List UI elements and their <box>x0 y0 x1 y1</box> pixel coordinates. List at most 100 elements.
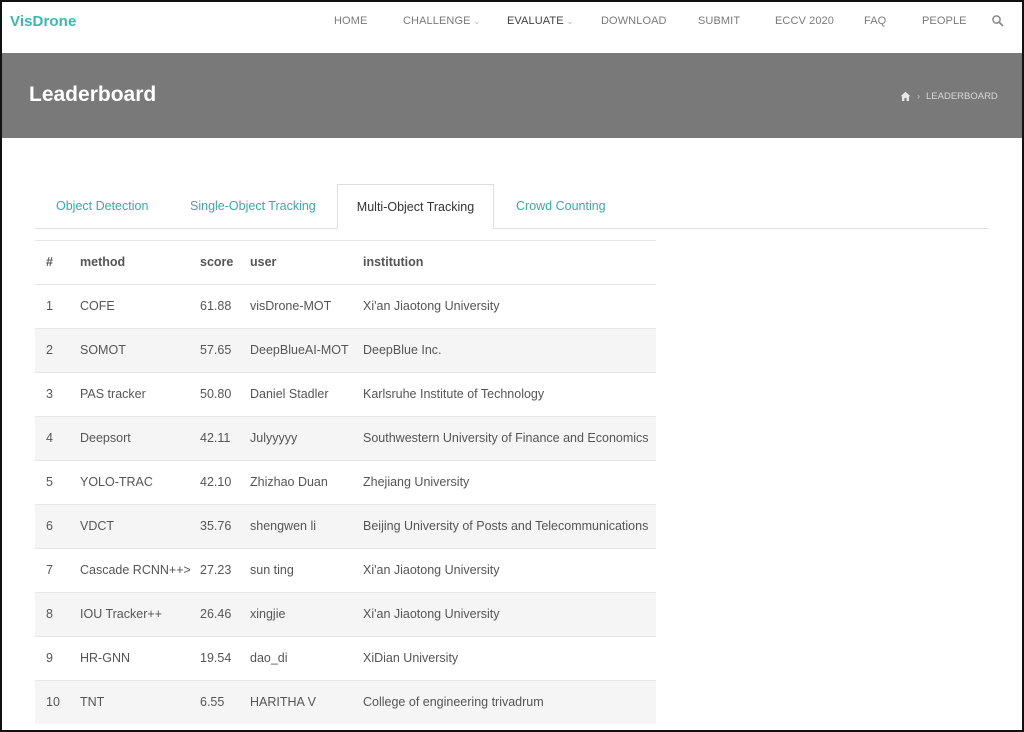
column-header-score: score <box>200 255 234 269</box>
cell-institution: College of engineering trivadrum <box>363 695 544 709</box>
cell-method: HR-GNN <box>80 651 130 665</box>
cell-user: xingjie <box>250 607 286 621</box>
top-navigation-bar: VisDrone HOME CHALLENGE ⌄ EVALUATE ⌄ DOWNL… <box>2 2 1022 53</box>
cell-user: sun ting <box>250 563 294 577</box>
tab-multi-object-tracking[interactable]: Multi-Object Tracking <box>337 184 494 229</box>
column-header-institution: institution <box>363 255 424 269</box>
nav-home[interactable]: HOME <box>334 15 367 27</box>
cell-method: COFE <box>80 299 115 313</box>
nav-people-label: PEOPLE <box>922 15 967 27</box>
cell-score: 26.46 <box>200 607 232 621</box>
cell-score: 61.88 <box>200 299 232 313</box>
nav-faq-label: FAQ <box>864 15 887 27</box>
cell-score: 6.55 <box>200 695 225 709</box>
cell-score: 42.10 <box>200 475 232 489</box>
cell-score: 19.54 <box>200 651 232 665</box>
table-row: 9 HR-GNN 19.54 dao_di XiDian University <box>35 636 656 680</box>
chevron-down-icon: ⌄ <box>566 17 574 26</box>
cell-institution: Beijing University of Posts and Telecomm… <box>363 519 649 533</box>
browser-frame: VisDrone HOME CHALLENGE ⌄ EVALUATE ⌄ DOWNL… <box>0 0 1024 732</box>
cell-method: VDCT <box>80 519 115 533</box>
cell-rank: 2 <box>46 343 53 357</box>
table-row: 5 YOLO-TRAC 42.10 Zhizhao Duan Zhejiang … <box>35 460 656 504</box>
nav-submit-label: SUBMIT <box>698 15 741 27</box>
table-row: 7 Cascade RCNN++> 27.23 sun ting Xi'an J… <box>35 548 656 592</box>
nav-challenge[interactable]: CHALLENGE ⌄ <box>403 15 480 27</box>
cell-score: 50.80 <box>200 387 232 401</box>
page-title: Leaderboard <box>29 83 157 106</box>
cell-method: SOMOT <box>80 343 126 357</box>
table-row: 6 VDCT 35.76 shengwen li Beijing Univers… <box>35 504 656 548</box>
cell-rank: 7 <box>46 563 53 577</box>
search-icon[interactable] <box>991 14 1005 28</box>
cell-rank: 8 <box>46 607 53 621</box>
nav-evaluate-label: EVALUATE <box>507 15 564 27</box>
nav-faq[interactable]: FAQ <box>864 15 886 27</box>
column-header-method: method <box>80 255 126 269</box>
cell-rank: 3 <box>46 387 53 401</box>
page-title-banner: Leaderboard › LEADERBOARD <box>2 53 1022 138</box>
nav-home-label: HOME <box>334 15 368 27</box>
nav-submit[interactable]: SUBMIT <box>698 15 740 27</box>
table-row: 3 PAS tracker 50.80 Daniel Stadler Karls… <box>35 372 656 416</box>
table-row: 10 TNT 6.55 HARITHA V College of enginee… <box>35 680 656 724</box>
cell-rank: 5 <box>46 475 53 489</box>
nav-challenge-label: CHALLENGE <box>403 15 471 27</box>
cell-user: Zhizhao Duan <box>250 475 328 489</box>
cell-institution: DeepBlue Inc. <box>363 343 442 357</box>
cell-user: Julyyyyy <box>250 431 298 445</box>
cell-user: visDrone-MOT <box>250 299 332 313</box>
nav-evaluate[interactable]: EVALUATE ⌄ <box>507 15 573 27</box>
cell-institution: XiDian University <box>363 651 459 665</box>
cell-institution: Xi'an Jiaotong University <box>363 299 500 313</box>
nav-eccv-2020[interactable]: ECCV 2020 <box>775 15 834 27</box>
breadcrumb-current: LEADERBOARD <box>926 90 998 102</box>
breadcrumb: › LEADERBOARD <box>900 89 998 103</box>
cell-institution: Zhejiang University <box>363 475 470 489</box>
table-row: 4 Deepsort 42.11 Julyyyyy Southwestern U… <box>35 416 656 460</box>
table-row: 8 IOU Tracker++ 26.46 xingjie Xi'an Jiao… <box>35 592 656 636</box>
cell-method: Cascade RCNN++> <box>80 563 191 577</box>
column-header-rank: # <box>46 255 53 269</box>
cell-rank: 1 <box>46 299 53 313</box>
cell-institution: Southwestern University of Finance and E… <box>363 431 649 445</box>
cell-method: YOLO-TRAC <box>80 475 153 489</box>
cell-score: 27.23 <box>200 563 232 577</box>
cell-rank: 6 <box>46 519 53 533</box>
column-header-user: user <box>250 255 277 269</box>
leaderboard-table: # method score user institution 1 COFE 6… <box>35 240 656 724</box>
cell-method: IOU Tracker++ <box>80 607 162 621</box>
cell-user: HARITHA V <box>250 695 316 709</box>
nav-download-label: DOWNLOAD <box>601 15 667 27</box>
cell-method: Deepsort <box>80 431 131 445</box>
nav-people[interactable]: PEOPLE <box>922 15 967 27</box>
cell-institution: Xi'an Jiaotong University <box>363 563 500 577</box>
cell-score: 57.65 <box>200 343 232 357</box>
tab-object-detection[interactable]: Object Detection <box>56 184 148 227</box>
home-icon[interactable] <box>900 91 911 102</box>
cell-institution: Karlsruhe Institute of Technology <box>363 387 545 401</box>
table-row: 2 SOMOT 57.65 DeepBlueAI-MOT DeepBlue In… <box>35 328 656 372</box>
cell-user: dao_di <box>250 651 288 665</box>
cell-score: 35.76 <box>200 519 232 533</box>
site-logo[interactable]: VisDrone <box>10 13 76 30</box>
table-header-row: # method score user institution <box>35 240 656 284</box>
cell-user: DeepBlueAI-MOT <box>250 343 349 357</box>
cell-user: Daniel Stadler <box>250 387 329 401</box>
nav-download[interactable]: DOWNLOAD <box>601 15 667 27</box>
tab-single-object-tracking[interactable]: Single-Object Tracking <box>190 184 316 227</box>
cell-rank: 9 <box>46 651 53 665</box>
chevron-down-icon: ⌄ <box>473 17 481 26</box>
breadcrumb-separator: › <box>917 91 920 101</box>
table-row: 1 COFE 61.88 visDrone-MOT Xi'an Jiaotong… <box>35 284 656 328</box>
cell-score: 42.11 <box>200 431 231 445</box>
cell-rank: 4 <box>46 431 53 445</box>
cell-method: TNT <box>80 695 105 709</box>
cell-rank: 10 <box>46 695 60 709</box>
tab-crowd-counting[interactable]: Crowd Counting <box>516 184 606 227</box>
nav-eccv-label: ECCV 2020 <box>775 15 834 27</box>
cell-user: shengwen li <box>250 519 317 533</box>
cell-institution: Xi'an Jiaotong University <box>363 607 500 621</box>
leaderboard-tabs: Object Detection Single-Object Tracking … <box>35 184 988 229</box>
cell-method: PAS tracker <box>80 387 146 401</box>
